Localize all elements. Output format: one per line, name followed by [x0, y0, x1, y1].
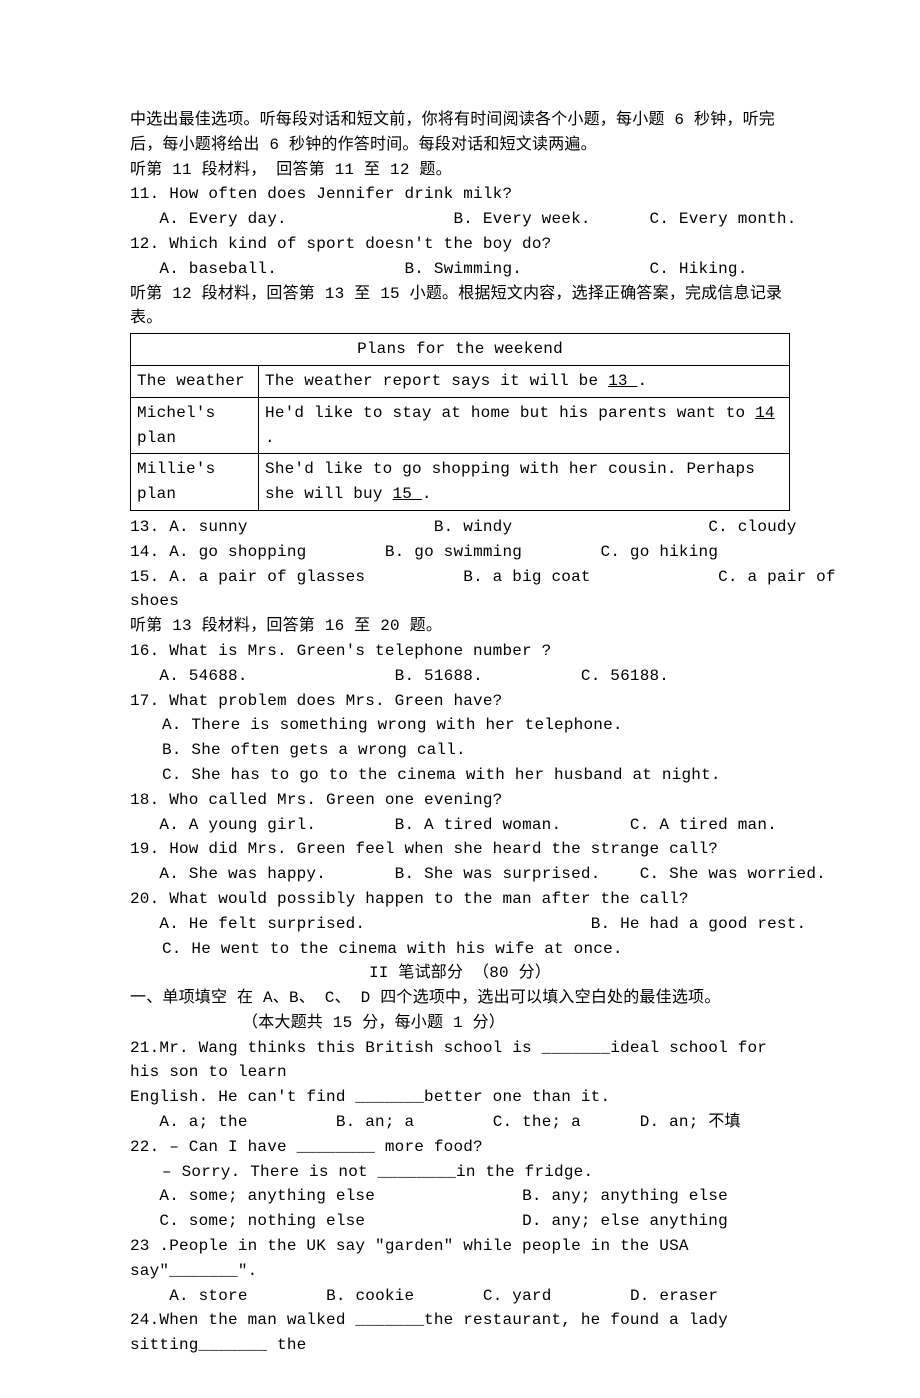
table-r1c2: The weather report says it will be 13 . — [259, 365, 790, 397]
section1-title-a: 一、单项填空 在 A、B、 C、 D 四个选项中，选出可以填入空白处的最佳选项。 — [130, 986, 790, 1011]
q13-opt-c: C. cloudy — [708, 518, 796, 536]
q16-opt-a: A. 54688. — [159, 667, 247, 685]
q20-opt-c: C. He went to the cinema with his wife a… — [130, 937, 790, 962]
q19-stem: 19. How did Mrs. Green feel when she hea… — [130, 837, 790, 862]
q22-opt-c: C. some; nothing else — [159, 1212, 365, 1230]
q14-opt-b: B. go swimming — [385, 543, 522, 561]
q18-opt-c: C. A tired man. — [630, 816, 777, 834]
q12-opt-b: B. Swimming. — [404, 260, 522, 278]
q14-opt-a: 14. A. go shopping — [130, 543, 306, 561]
q11-options: A. Every day. B. Every week. C. Every mo… — [130, 207, 790, 232]
q22-opt-b: B. any; anything else — [522, 1187, 728, 1205]
weekend-plan-table: Plans for the weekend The weather The we… — [130, 333, 790, 511]
table-r2c2a: He'd like to stay at home but his parent… — [265, 404, 755, 422]
q21-opt-c: C. the; a — [493, 1113, 581, 1131]
q14-options: 14. A. go shopping B. go swimming C. go … — [130, 540, 790, 565]
q18-stem: 18. Who called Mrs. Green one evening? — [130, 788, 790, 813]
q13-opt-a: 13. A. sunny — [130, 518, 248, 536]
segment-13-heading: 听第 13 段材料，回答第 16 至 20 题。 — [130, 614, 790, 639]
segment-12-heading: 听第 12 段材料，回答第 13 至 15 小题。根据短文内容，选择正确答案，完… — [130, 282, 790, 332]
q13-options: 13. A. sunny B. windy C. cloudy — [130, 515, 790, 540]
q17-stem: 17. What problem does Mrs. Green have? — [130, 689, 790, 714]
q12-options: A. baseball. B. Swimming. C. Hiking. — [130, 257, 790, 282]
table-r1c2c: . — [638, 372, 648, 390]
table-r2c2: He'd like to stay at home but his parent… — [259, 397, 790, 454]
q22-line2: – Sorry. There is not ________in the fri… — [130, 1160, 790, 1185]
q12-stem: 12. Which kind of sport doesn't the boy … — [130, 232, 790, 257]
q21-opt-b: B. an; a — [336, 1113, 414, 1131]
q12-opt-a: A. baseball. — [159, 260, 277, 278]
q11-opt-c: C. Every month. — [650, 210, 797, 228]
blank-15: 15 — [392, 485, 421, 503]
q11-opt-b: B. Every week. — [453, 210, 590, 228]
blank-13: 13 — [608, 372, 637, 390]
intro-line-2: 后，每小题将给出 6 秒钟的作答时间。每段对话和短文读两遍。 — [130, 133, 790, 158]
table-title: Plans for the weekend — [131, 334, 790, 366]
part2-header: II 笔试部分 （80 分） — [130, 961, 790, 986]
q16-opt-b: B. 51688. — [395, 667, 483, 685]
table-r3c1: Millie's plan — [131, 454, 259, 511]
table-r2c2c: . — [265, 429, 275, 447]
q19-options: A. She was happy. B. She was surprised. … — [130, 862, 790, 887]
q19-opt-a: A. She was happy. — [159, 865, 326, 883]
q11-opt-a: A. Every day. — [159, 210, 286, 228]
q20-stem: 20. What would possibly happen to the ma… — [130, 887, 790, 912]
q21-line2: English. He can't find _______better one… — [130, 1085, 790, 1110]
q17-opt-b: B. She often gets a wrong call. — [130, 738, 790, 763]
q20-opt-b: B. He had a good rest. — [591, 915, 807, 933]
q18-opt-b: B. A tired woman. — [395, 816, 562, 834]
q18-opt-a: A. A young girl. — [159, 816, 316, 834]
q21-options: A. a; the B. an; a C. the; a D. an; 不填 — [130, 1110, 790, 1135]
q20-options-1: A. He felt surprised. B. He had a good r… — [130, 912, 790, 937]
q15-opt-a: 15. A. a pair of glasses — [130, 568, 365, 586]
q22-options-2: C. some; nothing else D. any; else anyth… — [130, 1209, 790, 1234]
q23-options: A. store B. cookie C. yard D. eraser — [130, 1284, 790, 1309]
exam-page: 中选出最佳选项。听每段对话和短文前，你将有时间阅读各个小题，每小题 6 秒钟，听… — [0, 0, 920, 1398]
section1-title-b: （本大题共 15 分，每小题 1 分） — [130, 1011, 790, 1036]
q11-stem: 11. How often does Jennifer drink milk? — [130, 182, 790, 207]
q21-line1: 21.Mr. Wang thinks this British school i… — [130, 1036, 790, 1086]
q15-options: 15. A. a pair of glasses B. a big coat C… — [130, 565, 790, 590]
q22-stem: 22. – Can I have ________ more food? — [130, 1135, 790, 1160]
table-r1c2a: The weather report says it will be — [265, 372, 608, 390]
q22-options-1: A. some; anything else B. any; anything … — [130, 1184, 790, 1209]
segment-11-heading: 听第 11 段材料， 回答第 11 至 12 题。 — [130, 158, 790, 183]
q19-opt-c: C. She was worried. — [640, 865, 826, 883]
q16-options: A. 54688. B. 51688. C. 56188. — [130, 664, 790, 689]
q19-opt-b: B. She was surprised. — [395, 865, 601, 883]
q13-opt-b: B. windy — [434, 518, 512, 536]
q17-opt-c: C. She has to go to the cinema with her … — [130, 763, 790, 788]
q16-stem: 16. What is Mrs. Green's telephone numbe… — [130, 639, 790, 664]
q22-opt-a: A. some; anything else — [159, 1187, 375, 1205]
table-r3c2: She'd like to go shopping with her cousi… — [259, 454, 790, 511]
table-r1c1: The weather — [131, 365, 259, 397]
intro-line-1: 中选出最佳选项。听每段对话和短文前，你将有时间阅读各个小题，每小题 6 秒钟，听… — [130, 108, 790, 133]
q21-opt-a: A. a; the — [159, 1113, 247, 1131]
table-r3c2a: She'd like to go shopping with her cousi… — [265, 460, 755, 503]
q17-opt-a: A. There is something wrong with her tel… — [130, 713, 790, 738]
q15-opt-c: C. a pair of — [718, 568, 836, 586]
q23-stem: 23 .People in the UK say "garden" while … — [130, 1234, 790, 1284]
blank-14: 14 — [755, 404, 775, 422]
table-r2c1: Michel's plan — [131, 397, 259, 454]
q14-opt-c: C. go hiking — [601, 543, 719, 561]
q18-options: A. A young girl. B. A tired woman. C. A … — [130, 813, 790, 838]
table-r3c2c: . — [422, 485, 432, 503]
q21-opt-d: D. an; 不填 — [640, 1113, 741, 1131]
q22-opt-d: D. any; else anything — [522, 1212, 728, 1230]
q15-opt-b: B. a big coat — [463, 568, 590, 586]
q15-tail: shoes — [130, 589, 790, 614]
q16-opt-c: C. 56188. — [581, 667, 669, 685]
q20-opt-a: A. He felt surprised. — [159, 915, 365, 933]
q12-opt-c: C. Hiking. — [650, 260, 748, 278]
q24-stem: 24.When the man walked _______the restau… — [130, 1308, 790, 1358]
